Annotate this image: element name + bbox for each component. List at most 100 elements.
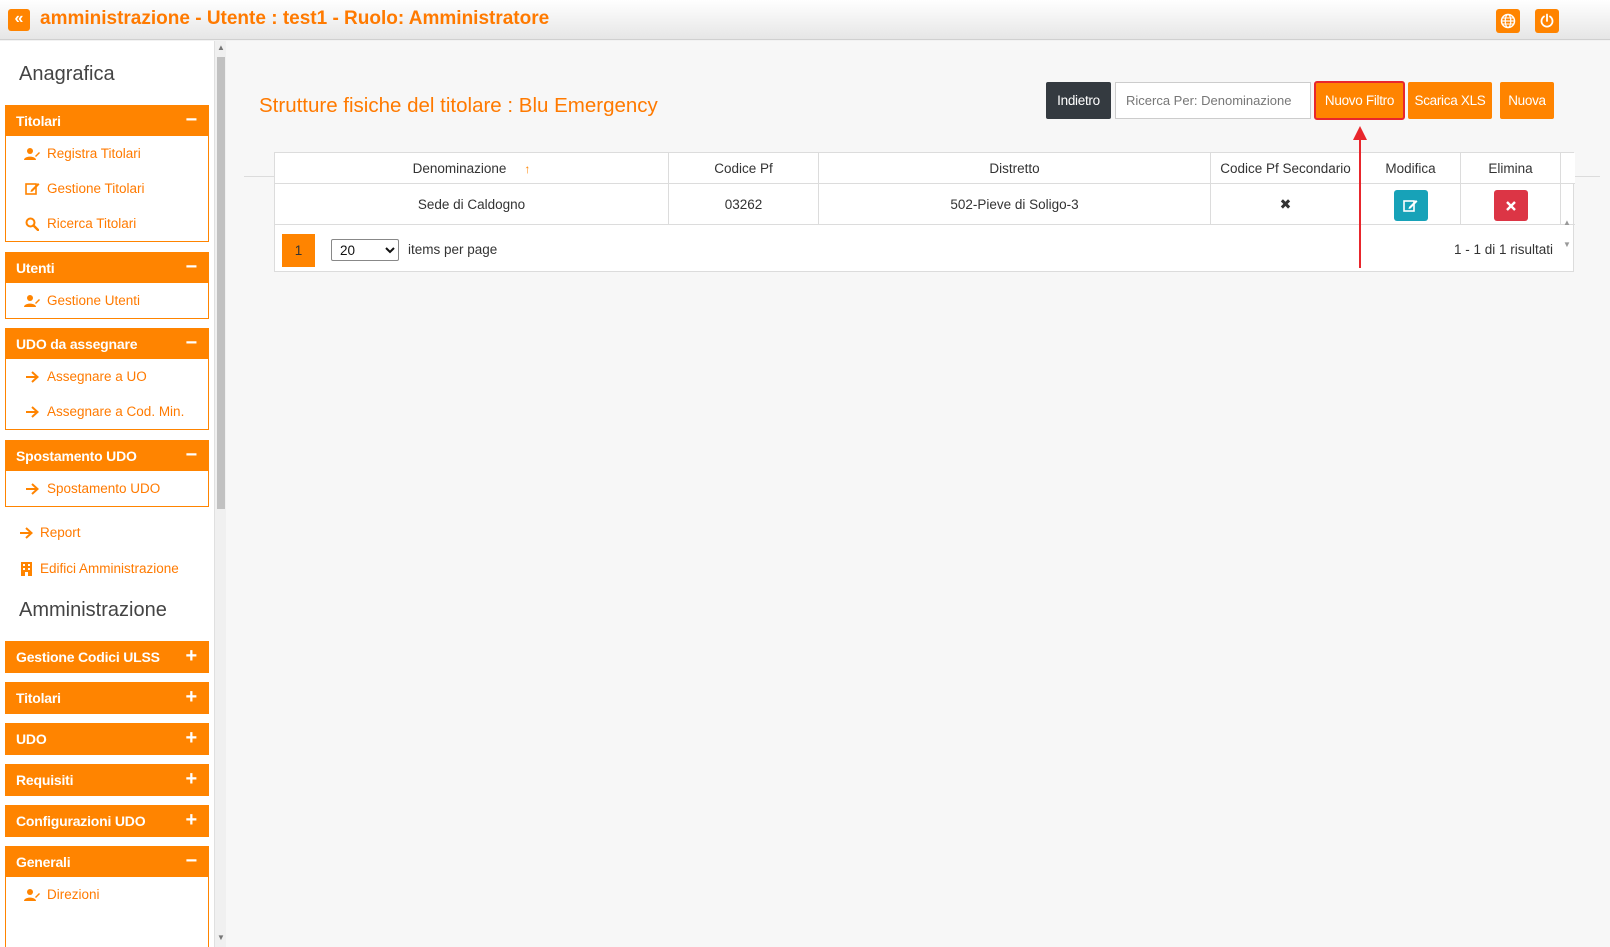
collapse-icon[interactable]: − bbox=[186, 329, 198, 357]
sidebar-item-gestione-utenti[interactable]: Gestione Utenti bbox=[6, 283, 208, 318]
collapse-icon[interactable]: − bbox=[186, 106, 198, 134]
download-xls-button[interactable]: Scarica XLS bbox=[1408, 82, 1492, 119]
expand-icon[interactable]: + bbox=[186, 683, 198, 711]
panel-header-gestione-codici-ulss[interactable]: Gestione Codici ULSS + bbox=[6, 642, 208, 672]
column-header-modifica: Modifica bbox=[1361, 153, 1461, 184]
column-header-denominazione[interactable]: Denominazione ↑ bbox=[275, 153, 669, 184]
new-filter-button[interactable]: Nuovo Filtro bbox=[1314, 81, 1405, 120]
logout-button[interactable] bbox=[1535, 9, 1559, 33]
sidebar-item-label: Direzioni bbox=[47, 887, 100, 902]
sidebar-item-label: Ricerca Titolari bbox=[47, 216, 137, 231]
results-summary: 1 - 1 di 1 risultati bbox=[1453, 242, 1553, 257]
cell-distretto: 502-Pieve di Soligo-3 bbox=[819, 184, 1211, 225]
panel-udo-da-assegnare: UDO da assegnare − Assegnare a UO Assegn… bbox=[5, 328, 209, 430]
sidebar-item-assegnare-cod-min[interactable]: Assegnare a Cod. Min. bbox=[6, 394, 208, 429]
sidebar-item-gestione-titolari[interactable]: Gestione Titolari bbox=[6, 171, 208, 206]
sidebar-item-label: Report bbox=[40, 525, 81, 540]
cell-denominazione: Sede di Caldogno bbox=[275, 184, 669, 225]
panel-header-generali[interactable]: Generali − bbox=[6, 847, 208, 877]
annotation-arrow bbox=[1353, 126, 1367, 268]
new-button[interactable]: Nuova bbox=[1500, 82, 1554, 119]
scrollbar-thumb[interactable] bbox=[217, 57, 225, 509]
arrow-right-icon bbox=[18, 526, 34, 539]
panel-title: Titolari bbox=[16, 113, 61, 129]
panel-header-titolari-admin[interactable]: Titolari + bbox=[6, 683, 208, 713]
collapse-icon[interactable]: − bbox=[186, 847, 198, 875]
user-edit-icon bbox=[23, 887, 41, 903]
scroll-up-icon[interactable]: ▲ bbox=[217, 43, 225, 52]
panel-title: Titolari bbox=[16, 690, 61, 706]
language-button[interactable] bbox=[1496, 9, 1520, 33]
panel-header-spostamento-udo[interactable]: Spostamento UDO − bbox=[6, 441, 208, 471]
panel-titolari-admin: Titolari + bbox=[5, 682, 209, 714]
panel-title: Requisiti bbox=[16, 772, 74, 788]
collapse-icon[interactable]: − bbox=[186, 253, 198, 281]
page-title: Strutture fisiche del titolare : Blu Eme… bbox=[259, 94, 658, 117]
app-title: amministrazione - Utente : test1 - Ruolo… bbox=[40, 8, 550, 29]
sidebar: Anagrafica Titolari − Registra Titolari … bbox=[0, 41, 214, 947]
user-edit-icon bbox=[23, 293, 41, 309]
panel-header-requisiti[interactable]: Requisiti + bbox=[6, 765, 208, 795]
sidebar-item-direzioni[interactable]: Direzioni bbox=[6, 877, 208, 912]
sort-ascending-icon: ↑ bbox=[524, 162, 531, 176]
expand-icon[interactable]: + bbox=[186, 806, 198, 834]
expand-icon[interactable]: + bbox=[186, 642, 198, 670]
cell-codice-pf: 03262 bbox=[669, 184, 819, 225]
panel-title: Spostamento UDO bbox=[16, 448, 137, 464]
panel-header-udo-da-assegnare[interactable]: UDO da assegnare − bbox=[6, 329, 208, 359]
collapse-icon[interactable]: − bbox=[186, 441, 198, 469]
panel-gestione-codici-ulss: Gestione Codici ULSS + bbox=[5, 641, 209, 673]
sidebar-item-label: Registra Titolari bbox=[47, 146, 141, 161]
pager: 1 20 items per page 1 - 1 di 1 risultati bbox=[275, 226, 1575, 272]
panel-spostamento-udo: Spostamento UDO − Spostamento UDO bbox=[5, 440, 209, 507]
sidebar-item-spostamento-udo[interactable]: Spostamento UDO bbox=[6, 471, 208, 506]
back-button[interactable]: Indietro bbox=[1046, 82, 1111, 119]
sidebar-item-registra-titolari[interactable]: Registra Titolari bbox=[6, 136, 208, 171]
edit-icon bbox=[23, 181, 41, 197]
arrow-right-icon bbox=[23, 481, 41, 497]
column-header-codice-pf-secondario[interactable]: Codice Pf Secondario bbox=[1211, 153, 1361, 184]
page-button-current[interactable]: 1 bbox=[282, 234, 315, 267]
sidebar-item-edifici-amministrazione[interactable]: Edifici Amministrazione bbox=[18, 561, 179, 576]
edit-row-button[interactable] bbox=[1394, 190, 1428, 221]
panel-requisiti: Requisiti + bbox=[5, 764, 209, 796]
sidebar-scrollbar[interactable]: ▲ ▼ bbox=[214, 41, 226, 947]
sidebar-item-ricerca-titolari[interactable]: Ricerca Titolari bbox=[6, 206, 208, 241]
panel-header-configurazioni-udo[interactable]: Configurazioni UDO + bbox=[6, 806, 208, 836]
delete-row-button[interactable] bbox=[1494, 190, 1528, 221]
panel-titolari: Titolari − Registra Titolari Gestione Ti… bbox=[5, 105, 209, 242]
panel-title: UDO da assegnare bbox=[16, 336, 138, 352]
panel-header-titolari[interactable]: Titolari − bbox=[6, 106, 208, 136]
panel-header-udo[interactable]: UDO + bbox=[6, 724, 208, 754]
sidebar-item-label: Gestione Utenti bbox=[47, 293, 141, 308]
cell-codice-pf-secondario: ✖ bbox=[1211, 184, 1361, 225]
power-icon bbox=[1540, 13, 1554, 28]
column-header-codice-pf[interactable]: Codice Pf bbox=[669, 153, 819, 184]
section-heading-amministrazione: Amministrazione bbox=[19, 599, 167, 621]
sidebar-item-label: Edifici Amministrazione bbox=[40, 561, 179, 576]
panel-utenti: Utenti − Gestione Utenti bbox=[5, 252, 209, 319]
section-heading-anagrafica: Anagrafica bbox=[19, 63, 115, 85]
panel-header-utenti[interactable]: Utenti − bbox=[6, 253, 208, 283]
collapse-sidebar-button[interactable]: « bbox=[8, 9, 30, 31]
scroll-down-icon[interactable]: ▼ bbox=[217, 933, 225, 942]
expand-icon[interactable]: + bbox=[186, 724, 198, 752]
panel-title: Generali bbox=[16, 854, 71, 870]
search-input[interactable] bbox=[1115, 82, 1311, 119]
panel-configurazioni-udo: Configurazioni UDO + bbox=[5, 805, 209, 837]
arrow-right-icon bbox=[23, 404, 41, 420]
data-grid: Denominazione ↑ Codice Pf Distretto Codic… bbox=[274, 152, 1575, 272]
close-icon bbox=[1506, 201, 1516, 211]
column-header-distretto[interactable]: Distretto bbox=[819, 153, 1211, 184]
user-edit-icon bbox=[23, 146, 41, 162]
page-size-select[interactable]: 20 bbox=[331, 239, 399, 261]
search-icon bbox=[23, 216, 41, 232]
sidebar-item-report[interactable]: Report bbox=[18, 525, 81, 540]
panel-title: Configurazioni UDO bbox=[16, 813, 146, 829]
items-per-page-label: items per page bbox=[408, 242, 498, 257]
expand-icon[interactable]: + bbox=[186, 765, 198, 793]
sidebar-item-assegnare-uo[interactable]: Assegnare a UO bbox=[6, 359, 208, 394]
panel-generali: Generali − Direzioni bbox=[5, 846, 209, 947]
panel-title: UDO bbox=[16, 731, 47, 747]
table-row[interactable]: Sede di Caldogno 03262 502-Pieve di Soli… bbox=[275, 184, 1575, 249]
